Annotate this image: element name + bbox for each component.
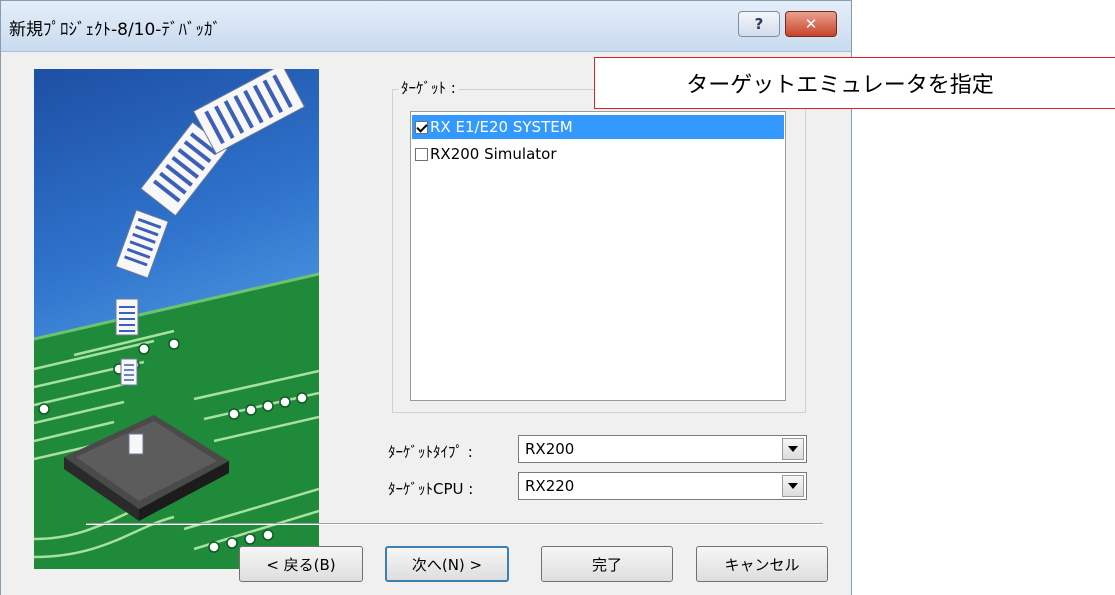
target-type-select[interactable]: RX200 — [518, 435, 807, 463]
next-button[interactable]: 次へ(N) > — [385, 546, 509, 582]
finish-button[interactable]: 完了 — [541, 546, 673, 582]
callout-text: ターゲットエミュレータを指定 — [686, 73, 994, 98]
close-button[interactable]: ✕ — [785, 11, 837, 37]
target-type-label: ﾀｰｹﾞｯﾄﾀｲﾌﾟ : — [388, 443, 473, 461]
target-cpu-label: ﾀｰｹﾞｯﾄCPU : — [388, 480, 474, 498]
target-type-value: RX200 — [525, 440, 575, 458]
chevron-down-icon[interactable] — [782, 475, 804, 497]
help-icon: ? — [754, 15, 764, 33]
target-item-label: RX200 Simulator — [430, 145, 557, 163]
button-separator — [86, 523, 823, 525]
target-item-e1-e20[interactable]: RX E1/E20 SYSTEM — [412, 115, 784, 139]
target-item-label: RX E1/E20 SYSTEM — [430, 118, 573, 136]
target-item-checkbox[interactable] — [415, 147, 428, 161]
target-group: ﾀｰｹﾞｯﾄ : RX E1/E20 SYSTEM RX200 Simulato… — [392, 77, 807, 414]
close-icon: ✕ — [804, 15, 818, 33]
pcb-chip-illustration — [34, 69, 319, 569]
target-group-label: ﾀｰｹﾞｯﾄ : — [398, 77, 459, 98]
target-cpu-value: RX220 — [525, 477, 575, 495]
annotation-callout: ターゲットエミュレータを指定 — [594, 57, 1115, 109]
window-title: 新規ﾌﾟﾛｼﾞｪｸﾄ-8/10-ﾃﾞﾊﾞｯｶﾞ — [9, 20, 221, 40]
target-cpu-select[interactable]: RX220 — [518, 472, 807, 500]
help-button[interactable]: ? — [738, 11, 780, 37]
title-bar: 新規ﾌﾟﾛｼﾞｪｸﾄ-8/10-ﾃﾞﾊﾞｯｶﾞ ? ✕ — [1, 1, 851, 52]
chevron-down-icon[interactable] — [782, 438, 804, 460]
target-item-simulator[interactable]: RX200 Simulator — [412, 142, 784, 166]
target-listbox[interactable]: RX E1/E20 SYSTEM RX200 Simulator — [410, 111, 786, 401]
cancel-button[interactable]: キャンセル — [696, 546, 828, 582]
wizard-illustration — [34, 69, 319, 569]
target-item-checkbox[interactable] — [415, 120, 428, 134]
back-button[interactable]: < 戻る(B) — [239, 546, 363, 582]
